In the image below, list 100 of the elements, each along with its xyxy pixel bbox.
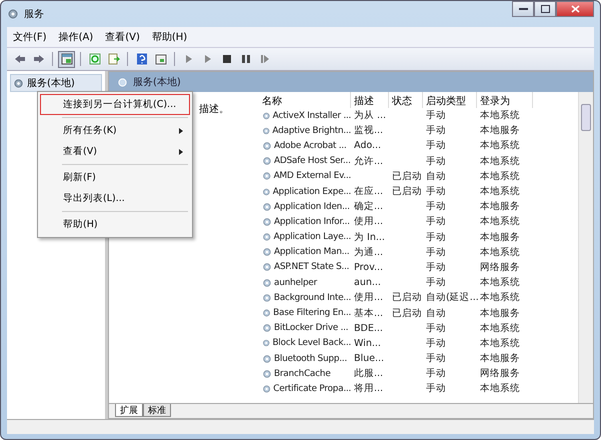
menu-item[interactable]: 查看(V) bbox=[105, 29, 140, 45]
gear-icon bbox=[262, 278, 272, 288]
menu-item[interactable]: 帮助(H) bbox=[152, 29, 188, 45]
stop-icon bbox=[220, 53, 232, 65]
table-cell: 本地服务 bbox=[480, 200, 520, 214]
close-button[interactable] bbox=[556, 1, 594, 17]
gear-icon bbox=[262, 308, 272, 318]
table-cell: BitLocker Drive ... bbox=[274, 323, 348, 334]
table-cell: 为 In... bbox=[354, 230, 385, 244]
maximize-button[interactable] bbox=[534, 1, 556, 17]
table-cell: 手动 bbox=[426, 260, 446, 274]
table-cell: 手动 bbox=[426, 154, 446, 168]
scrollbar[interactable] bbox=[578, 92, 593, 403]
column-header[interactable]: 描述 bbox=[351, 92, 389, 108]
gear-icon bbox=[262, 126, 270, 136]
menu-item[interactable]: 导出列表(L)... bbox=[40, 188, 190, 209]
minimize-icon bbox=[518, 8, 528, 10]
gear-icon bbox=[262, 110, 271, 121]
gear-icon bbox=[262, 140, 272, 151]
table-cell: 本地系统 bbox=[480, 336, 520, 350]
table-cell: 将用... bbox=[354, 382, 384, 396]
table-cell: 本地系统 bbox=[480, 322, 520, 335]
tab[interactable]: 扩展 bbox=[115, 404, 143, 417]
pause-icon bbox=[240, 53, 252, 65]
refresh-icon bbox=[88, 53, 100, 65]
column-header[interactable]: 状态 bbox=[389, 92, 423, 108]
menu-item[interactable]: 刷新(F) bbox=[40, 167, 190, 188]
table-cell: AMD External Ev... bbox=[274, 171, 351, 182]
table-cell: 本地系统 bbox=[480, 276, 520, 290]
table-cell: BDE... bbox=[354, 322, 383, 334]
resume-icon bbox=[258, 53, 270, 65]
maximize-icon bbox=[540, 5, 550, 13]
table-cell: Application Infor... bbox=[274, 216, 350, 227]
gear-icon bbox=[262, 323, 272, 334]
tree-item[interactable]: 服务(本地) bbox=[10, 74, 102, 92]
table-cell: 使用... bbox=[354, 215, 384, 228]
window-title: 服务 bbox=[24, 8, 44, 21]
gear-icon bbox=[262, 216, 272, 227]
column-header[interactable]: 启动类型 bbox=[423, 92, 477, 108]
gear-icon bbox=[262, 232, 272, 242]
menu-item[interactable]: 操作(A) bbox=[58, 29, 94, 45]
table-cell: 本地系统 bbox=[480, 185, 520, 198]
table-cell: 自动 bbox=[426, 170, 446, 183]
table-cell: 自动(延迟... bbox=[426, 291, 479, 304]
table-cell: Application Laye... bbox=[274, 232, 351, 242]
gear-icon bbox=[13, 78, 24, 88]
table-cell: Adobe Acrobat ... bbox=[274, 140, 346, 151]
menu-item[interactable]: 文件(F) bbox=[13, 29, 47, 45]
table-cell: 手动 bbox=[426, 109, 446, 122]
table-cell: ADSafe Host Ser... bbox=[274, 156, 351, 166]
menu-item[interactable]: 帮助(H) bbox=[40, 214, 190, 235]
table-cell: 手动 bbox=[426, 336, 446, 350]
tab[interactable]: 标准 bbox=[143, 404, 171, 417]
minimize-button[interactable] bbox=[512, 1, 534, 17]
column-header[interactable]: 名称 bbox=[259, 92, 351, 108]
table-cell: 在应... bbox=[354, 185, 384, 198]
table-cell: Background Inte... bbox=[274, 292, 351, 303]
table-cell: 网络服务 bbox=[480, 260, 520, 274]
table-cell: 手动 bbox=[426, 246, 446, 259]
menu-item[interactable]: 查看(V) bbox=[40, 141, 190, 162]
gear-icon bbox=[262, 202, 272, 212]
table-cell: 手动 bbox=[426, 230, 446, 244]
table-cell: 本地服务 bbox=[480, 124, 520, 138]
menu-item[interactable]: 连接到另一台计算机(C)... bbox=[40, 94, 190, 115]
gear-icon bbox=[262, 292, 272, 303]
table-cell: 此服... bbox=[354, 367, 384, 380]
table-cell: Ado... bbox=[354, 140, 382, 152]
right-arrow-icon bbox=[32, 53, 44, 65]
table-cell: 手动 bbox=[426, 367, 446, 380]
table-cell: aun... bbox=[354, 277, 381, 288]
submenu-arrow-icon bbox=[179, 128, 183, 134]
table-cell: 手动 bbox=[426, 185, 446, 198]
gear-icon bbox=[262, 171, 272, 182]
table-cell: 本地服务 bbox=[480, 306, 520, 320]
table-cell: 手动 bbox=[426, 322, 446, 335]
table-cell: 手动 bbox=[426, 215, 446, 228]
table-cell: 为从 ... bbox=[354, 109, 386, 122]
table-cell: 网络服务 bbox=[480, 367, 520, 380]
table-cell: 手动 bbox=[426, 352, 446, 366]
table-cell: 监视... bbox=[354, 124, 384, 138]
window-pane-icon bbox=[154, 53, 166, 65]
gear-icon bbox=[117, 76, 128, 88]
gear-icon bbox=[262, 247, 272, 258]
table-cell: 本地系统 bbox=[480, 215, 520, 228]
table-cell: 手动 bbox=[426, 200, 446, 214]
tree-button[interactable] bbox=[58, 50, 75, 68]
table-cell: Application Expe... bbox=[272, 186, 351, 197]
table-cell: 已启动 bbox=[392, 291, 422, 304]
column-header[interactable]: 登录为 bbox=[477, 92, 533, 108]
table-cell: aunhelper bbox=[274, 278, 317, 288]
gear-icon bbox=[262, 262, 272, 272]
table-cell: Adaptive Brightn... bbox=[272, 126, 351, 136]
table-cell: 本地系统 bbox=[480, 382, 520, 396]
table-cell: Application Iden... bbox=[274, 202, 350, 212]
menu-item[interactable]: 所有任务(K) bbox=[40, 120, 190, 141]
gear-icon bbox=[262, 354, 272, 364]
table-cell: 本地服务 bbox=[480, 230, 520, 244]
close-icon bbox=[570, 5, 580, 13]
table-cell: Base Filtering En... bbox=[273, 308, 351, 318]
table-cell: Application Man... bbox=[274, 247, 350, 258]
